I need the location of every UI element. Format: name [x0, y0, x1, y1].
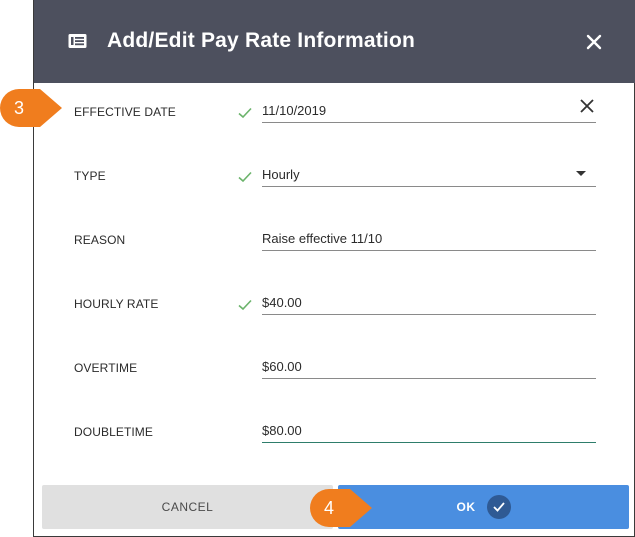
doubletime-label: DOUBLETIME: [74, 425, 154, 439]
effective-date-row: EFFECTIVE DATE 11/10/2019: [34, 93, 635, 123]
step-callout-4: 4: [310, 489, 372, 527]
clear-icon[interactable]: [580, 99, 594, 113]
callout-number: 4: [323, 497, 334, 518]
effective-date-input[interactable]: 11/10/2019: [262, 93, 596, 123]
overtime-label: OVERTIME: [74, 361, 138, 375]
type-row: TYPE Hourly: [34, 157, 635, 187]
cancel-button-label: CANCEL: [161, 500, 214, 514]
hourly-rate-value: $40.00: [262, 295, 302, 310]
ok-button-label: OK: [456, 500, 476, 514]
ok-button[interactable]: OK: [338, 485, 629, 529]
close-icon[interactable]: [584, 32, 604, 52]
reason-input[interactable]: Raise effective 11/10: [262, 221, 596, 251]
hourly-rate-row: HOURLY RATE $40.00: [34, 285, 635, 315]
overtime-input[interactable]: $60.00: [262, 349, 596, 379]
hourly-rate-input[interactable]: $40.00: [262, 285, 596, 315]
valid-check-icon: [238, 299, 252, 311]
reason-row: REASON Raise effective 11/10: [34, 221, 635, 251]
dialog-title: Add/Edit Pay Rate Information: [107, 29, 415, 52]
type-label: TYPE: [74, 169, 106, 183]
callout-number: 3: [13, 97, 24, 118]
step-callout-3: 3: [0, 89, 62, 127]
valid-check-icon: [238, 171, 252, 183]
doubletime-value: $80.00: [262, 423, 302, 438]
doubletime-input[interactable]: $80.00: [262, 413, 596, 443]
effective-date-label: EFFECTIVE DATE: [74, 105, 176, 119]
type-select[interactable]: Hourly: [262, 157, 596, 187]
overtime-row: OVERTIME $60.00: [34, 349, 635, 379]
reason-label: REASON: [74, 233, 126, 247]
check-circle-icon: [486, 495, 511, 519]
hourly-rate-label: HOURLY RATE: [74, 297, 159, 311]
reason-value: Raise effective 11/10: [262, 231, 383, 246]
pay-rate-dialog: Add/Edit Pay Rate Information EFFECTIVE …: [33, 0, 635, 537]
cancel-button[interactable]: CANCEL: [42, 485, 333, 529]
doubletime-row: DOUBLETIME $80.00: [34, 413, 635, 443]
effective-date-value: 11/10/2019: [262, 103, 327, 118]
type-value: Hourly: [262, 167, 300, 182]
valid-check-icon: [238, 107, 252, 119]
id-card-icon: [68, 34, 87, 48]
dialog-header: Add/Edit Pay Rate Information: [34, 0, 635, 83]
overtime-value: $60.00: [262, 359, 302, 374]
chevron-down-icon[interactable]: [576, 171, 586, 176]
